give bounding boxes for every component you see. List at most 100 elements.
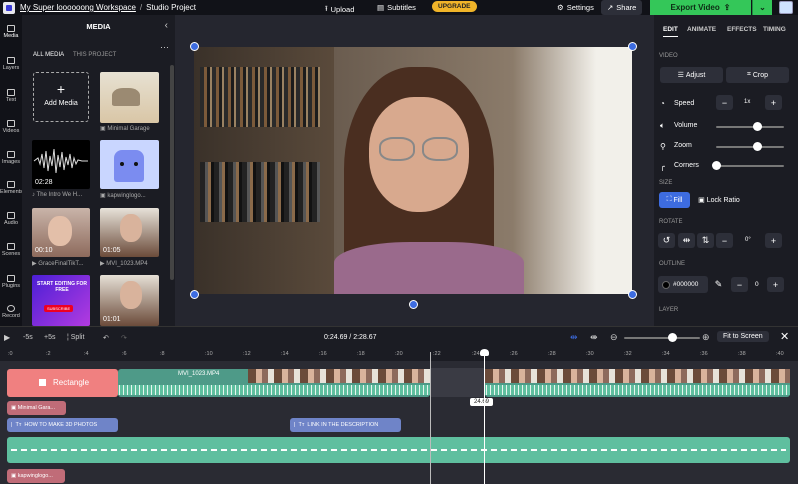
playhead[interactable] [484,352,485,484]
tab-timing[interactable]: TIMING [763,26,786,33]
media-item-mvi[interactable]: 01:05 [100,208,159,257]
audio-clip[interactable] [7,437,790,463]
share-button[interactable]: ↗ Share [601,0,643,15]
text-clip-link[interactable]: | Tт LINK IN THE DESCRIPTION [290,418,401,432]
media-item-label: ▣ Minimal Garage [100,126,150,132]
back-5s-button[interactable]: -5s [23,334,33,341]
settings-button[interactable]: ⚙ Settings [557,3,594,12]
export-video-button[interactable]: Export Video ⇪ [650,0,751,15]
rotate-increase-button[interactable]: + [765,233,782,248]
split-view-icon[interactable]: ⇼ [590,332,598,343]
zoom-slider[interactable] [716,142,784,151]
more-options-icon[interactable]: ⋯ [160,42,169,53]
video-clip[interactable]: MVI_1023.MP4 [118,369,430,397]
media-item-video[interactable]: 01:01 [100,275,159,326]
ruler-tick: :22 [433,351,441,357]
minimal-garage-clip[interactable]: ▣ Minimal Gara... [7,401,66,415]
tab-edit[interactable]: EDIT [663,26,678,37]
media-item-start-editing[interactable]: START EDITING FOR FREE SUBSCRIBE [32,275,90,326]
corners-slider-knob[interactable] [712,161,721,170]
crop-button[interactable]: ⌗ Crop [726,67,789,83]
media-item-intro[interactable]: 02:28 [32,140,90,189]
split-button[interactable]: ¦ Split [67,334,84,341]
eyedropper-icon[interactable]: ✎ [710,277,727,292]
workspace-link[interactable]: My Super loooooong Workspace [20,3,136,12]
video-filmstrip [248,369,430,383]
timeline-zoom-knob[interactable] [668,333,677,342]
books-art [200,67,320,127]
resize-handle-top-left[interactable] [190,42,199,51]
zoom-out-icon[interactable]: ⊖ [610,332,618,343]
outline-color-picker[interactable]: #000000 [658,276,708,293]
kapwing-logo-icon[interactable] [3,1,15,14]
rotate-decrease-button[interactable]: − [716,233,733,248]
rail-record[interactable]: Record [0,305,22,319]
close-icon[interactable]: ✕ [780,330,789,343]
scrollbar[interactable] [170,65,174,280]
fill-button[interactable]: ⛶ Fill [659,192,690,208]
timeline-ruler[interactable]: :0 :2 :4 :6 :8 :10 :12 :14 :16 :18 :20 :… [0,349,798,361]
export-dropdown-button[interactable]: ⌄ [752,0,772,15]
add-media-button[interactable]: + Add Media [33,72,89,122]
volume-slider-knob[interactable] [752,122,762,131]
playhead-handle[interactable] [480,349,489,356]
tab-this-project[interactable]: THIS PROJECT [73,52,116,58]
undo-icon[interactable]: ↶ [103,334,109,342]
ruler-tick: :6 [122,351,127,357]
media-duration: 01:01 [103,316,121,323]
speed-increase-button[interactable]: + [765,95,782,110]
kapwing-logo-clip[interactable]: ▣ kapwinglogo... [7,469,65,483]
collapse-panel-icon[interactable]: ‹ [165,20,168,31]
redo-icon[interactable]: ↷ [121,334,127,342]
video-preview[interactable] [194,47,632,294]
adjust-button[interactable]: ☰ Adjust [660,67,723,83]
rail-text[interactable]: Text [0,89,22,103]
zoom-slider-knob[interactable] [752,142,762,151]
corners-slider[interactable] [712,161,784,170]
avatar[interactable] [779,1,793,14]
resize-handle-bottom-left[interactable] [190,290,199,299]
video-clip-2[interactable] [485,369,790,397]
rail-images[interactable]: Images [0,151,22,165]
speed-decrease-button[interactable]: − [716,95,733,110]
rail-plugins[interactable]: Plugins [0,275,22,289]
subtitles-button[interactable]: ▤ Subtitles [377,3,416,12]
forward-5s-button[interactable]: +5s [44,334,55,341]
timeline-zoom-slider[interactable] [624,333,700,342]
flip-horizontal-icon[interactable]: ⇹ [678,233,695,248]
rail-layers[interactable]: Layers [0,57,22,71]
section-outline: OUTLINE [659,261,686,267]
rotate-handle[interactable] [409,300,418,309]
tab-effects[interactable]: EFFECTS [727,26,757,33]
plus-icon: + [56,81,66,97]
rail-audio[interactable]: Audio [0,212,22,226]
rail-media[interactable]: Media [0,25,22,39]
volume-slider[interactable] [716,122,784,131]
rail-videos[interactable]: Videos [0,120,22,134]
rectangle-clip[interactable]: Rectangle [7,369,118,397]
tab-all-media[interactable]: ALL MEDIA [33,52,64,58]
upgrade-button[interactable]: UPGRADE [432,1,477,12]
flip-vertical-icon[interactable]: ⇅ [697,233,714,248]
outline-increase-button[interactable]: + [767,277,784,292]
media-item-label: ♪ The Intro We H... [32,192,83,198]
media-item-minimal-garage[interactable] [100,72,159,123]
media-item-kapwing-logo[interactable] [100,140,159,189]
elements-icon [7,181,15,188]
lock-ratio-button[interactable]: ▣ Lock Ratio [692,192,746,208]
snap-icon[interactable]: ⇹ [570,332,578,343]
rail-elements[interactable]: Elements [0,181,23,195]
breadcrumb-separator: / [139,3,143,12]
fit-to-screen-button[interactable]: Fit to Screen [717,331,769,342]
rotate-left-icon[interactable]: ↺ [658,233,675,248]
play-icon[interactable]: ▶ [4,333,10,342]
zoom-in-icon[interactable]: ⊕ [702,332,710,343]
project-title[interactable]: Studio Project [146,3,196,12]
media-item-grace[interactable]: 00:10 [32,208,90,257]
rail-scenes[interactable]: Scenes [0,243,22,257]
resize-handle-bottom-right[interactable] [628,290,637,299]
resize-handle-top-right[interactable] [628,42,637,51]
outline-decrease-button[interactable]: − [731,277,748,292]
text-clip-3d-photos[interactable]: | Tт HOW TO MAKE 3D PHOTOS [7,418,118,432]
tab-animate[interactable]: ANIMATE [687,26,716,33]
